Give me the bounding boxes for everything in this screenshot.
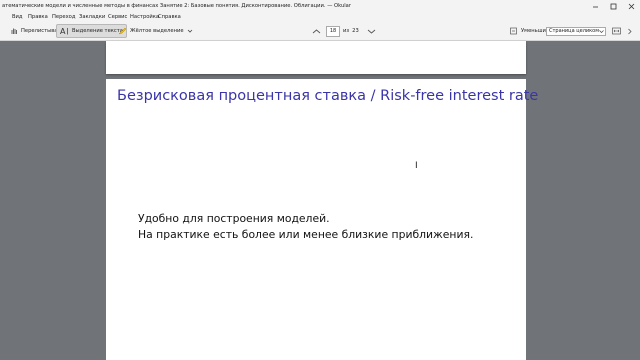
- text-cursor-icon: I: [415, 161, 418, 171]
- minimize-icon: [592, 6, 598, 7]
- chevron-down-icon[interactable]: [187, 28, 193, 34]
- hand-icon: [10, 27, 18, 35]
- window-title: атематические модели и численные методы …: [2, 3, 351, 9]
- menu-help[interactable]: Справка: [158, 12, 181, 22]
- close-button[interactable]: [622, 0, 640, 12]
- previous-page: [106, 41, 526, 74]
- current-page: Безрисковая процентная ставка / Risk-fre…: [106, 79, 538, 360]
- menu-bar: Вид Правка Переход Закладки Сервис Настр…: [0, 12, 640, 22]
- next-page-button[interactable]: [367, 25, 376, 37]
- window-controls: [586, 0, 640, 12]
- page-number-input[interactable]: 18: [326, 25, 340, 37]
- page-total: 23: [352, 28, 359, 34]
- slide-text-line: На практике есть более или менее близкие…: [138, 228, 474, 241]
- close-icon: [628, 3, 634, 9]
- svg-text:A: A: [60, 27, 66, 35]
- previous-page-button[interactable]: [312, 25, 321, 37]
- menu-view[interactable]: Вид: [12, 12, 23, 22]
- chevron-right-icon: [627, 28, 633, 35]
- fit-width-icon: [612, 27, 621, 35]
- highlighter-icon: [118, 27, 127, 35]
- page-indicator: 18 из 23: [326, 25, 359, 37]
- text-select-icon: A: [60, 27, 69, 35]
- menu-go[interactable]: Переход: [52, 12, 75, 22]
- select-text-tool-label: Выделение текста: [72, 28, 123, 34]
- slide-title: Безрисковая процентная ставка / Risk-fre…: [117, 88, 539, 104]
- fit-width-button[interactable]: [612, 25, 621, 37]
- menu-edit[interactable]: Правка: [28, 12, 48, 22]
- maximize-button[interactable]: [604, 0, 622, 12]
- zoom-mode-dropdown[interactable]: Страница целиком: [546, 26, 606, 36]
- chevron-up-icon: [312, 28, 321, 35]
- maximize-icon: [610, 3, 616, 9]
- menu-bookmarks[interactable]: Закладки: [79, 12, 105, 22]
- zoom-mode-value: Страница целиком: [549, 28, 599, 34]
- select-text-tool-button[interactable]: A Выделение текста: [56, 24, 127, 38]
- highlight-tool-label: Жёлтое выделение: [130, 28, 184, 34]
- toolbar-overflow-button[interactable]: [627, 25, 633, 37]
- toolbar: Перелистывание A Выделение текста Жёлтое…: [0, 22, 640, 41]
- minimize-button[interactable]: [586, 0, 604, 12]
- page-of-label: из: [343, 28, 350, 34]
- chevron-down-icon: [367, 28, 376, 35]
- menu-tools[interactable]: Сервис: [108, 12, 127, 22]
- zoom-out-icon: [510, 27, 518, 35]
- highlight-tool-button[interactable]: Жёлтое выделение: [118, 25, 193, 37]
- slide-text-line: Удобно для построения моделей.: [138, 212, 330, 225]
- menu-settings[interactable]: Настройка: [130, 12, 159, 22]
- chevron-down-icon: [599, 29, 604, 34]
- document-viewport[interactable]: Безрисковая процентная ставка / Risk-fre…: [0, 41, 640, 360]
- zoom-mode-select[interactable]: Страница целиком: [546, 25, 606, 37]
- title-bar: атематические модели и численные методы …: [0, 0, 640, 12]
